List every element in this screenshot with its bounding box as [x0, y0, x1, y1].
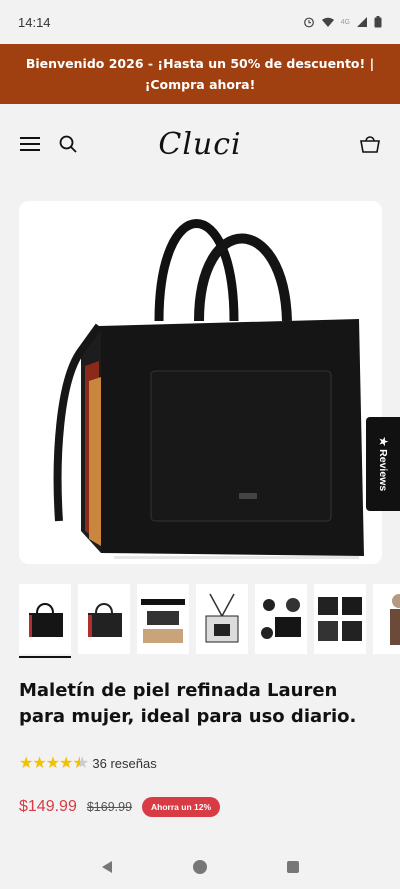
menu-icon[interactable]	[18, 132, 42, 156]
thumbnail-detail-icon	[141, 599, 185, 643]
review-count[interactable]: 36 reseñas	[92, 756, 156, 771]
product-rating[interactable]: ★★★★★★ 36 reseñas	[19, 753, 157, 773]
promo-banner[interactable]: Bienvenido 2026 - ¡Hasta un 50% de descu…	[0, 44, 400, 104]
promo-banner-text[interactable]: Bienvenido 2026 - ¡Hasta un 50% de descu…	[26, 56, 374, 92]
thumbnail-bag-icon	[88, 603, 122, 637]
original-price: $169.99	[86, 800, 133, 814]
status-time: 14:14	[18, 14, 51, 30]
status-bar: 14:14 4G	[0, 0, 400, 44]
product-main-image[interactable]	[19, 201, 382, 564]
thumbnail-strap-icon	[205, 593, 239, 643]
star-rating-icon: ★★★★★★	[19, 755, 89, 772]
thumbnail-strip[interactable]	[19, 584, 400, 662]
search-icon[interactable]	[56, 132, 80, 156]
reviews-tab-label[interactable]: ★ Reviews	[377, 437, 389, 491]
thumbnail-6[interactable]	[314, 584, 366, 654]
thumbnail-4[interactable]	[196, 584, 248, 654]
wifi-icon	[321, 17, 334, 27]
thumbnail-bag-icon	[318, 597, 362, 641]
back-icon[interactable]	[99, 859, 115, 875]
handbag-image	[19, 201, 382, 564]
alarm-icon	[303, 17, 314, 28]
site-header: Cluci	[0, 104, 400, 184]
signal-icon	[357, 17, 367, 27]
thumbnail-7[interactable]	[373, 584, 400, 654]
discount-badge: Ahorra un 12%	[142, 797, 221, 817]
reviews-tab[interactable]: ★ Reviews	[366, 417, 400, 511]
4g-icon: 4G	[340, 18, 350, 26]
price-row: $149.99 $169.99 Ahorra un 12%	[19, 797, 221, 817]
thumbnail-5[interactable]	[255, 584, 307, 654]
thumbnail-1[interactable]	[19, 584, 71, 658]
product-title: Maletín de piel refinada Lauren para muj…	[19, 680, 357, 727]
thumbnail-model-icon	[390, 594, 400, 645]
current-price: $149.99	[19, 798, 77, 815]
thumbnail-bag-icon	[29, 603, 63, 637]
status-icons: 4G	[303, 16, 382, 28]
system-nav-bar	[0, 845, 400, 889]
thumbnail-accessories-icon	[261, 598, 301, 639]
thumbnail-3[interactable]	[137, 584, 189, 654]
battery-icon	[374, 16, 382, 28]
home-icon[interactable]	[192, 859, 208, 875]
bag-icon[interactable]	[358, 132, 382, 156]
recents-icon[interactable]	[285, 859, 301, 875]
thumbnail-2[interactable]	[78, 584, 130, 654]
